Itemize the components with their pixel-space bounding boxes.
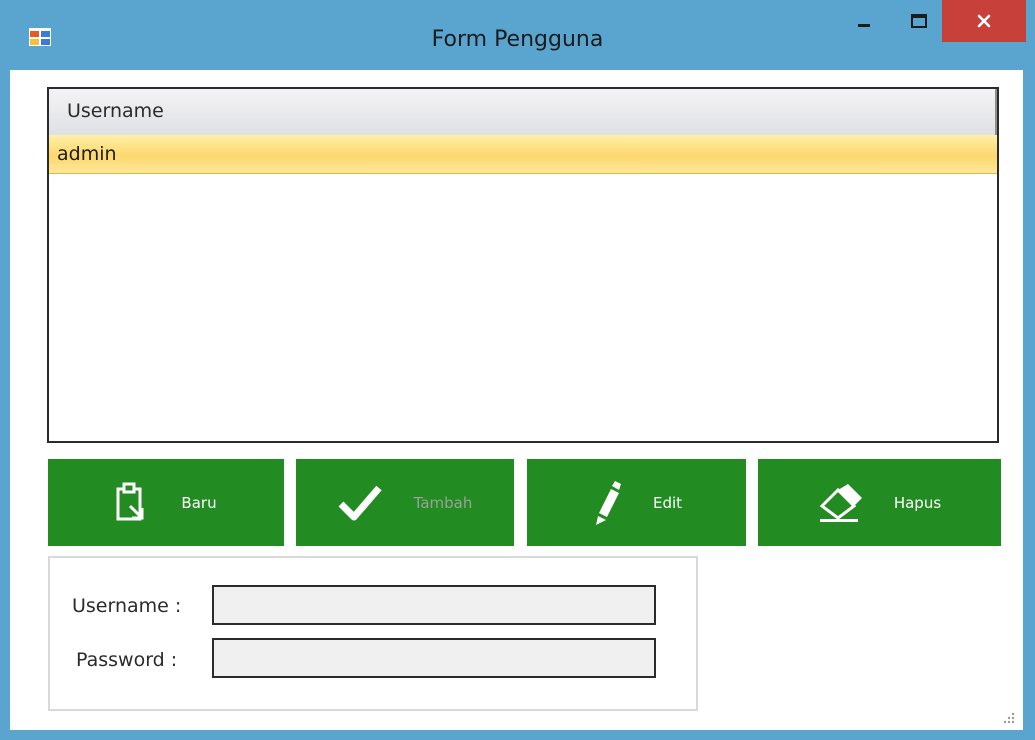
password-field[interactable]	[212, 638, 656, 678]
edit-label: Edit	[652, 493, 683, 512]
close-button[interactable]	[942, 0, 1026, 42]
form-pengguna-window: Form Pengguna Username admin Baru Tambah…	[0, 0, 1035, 740]
resize-grip-icon[interactable]	[1001, 710, 1015, 724]
maximize-icon	[911, 14, 927, 28]
close-icon	[977, 14, 991, 28]
title-bar[interactable]: Form Pengguna	[0, 0, 1035, 80]
eraser-icon	[819, 483, 862, 522]
tambah-label: Tambah	[413, 493, 473, 512]
hapus-button[interactable]: Hapus	[758, 459, 1001, 546]
client-area: Username admin Baru Tambah Edit Hapus Us…	[10, 70, 1023, 730]
maximize-button[interactable]	[893, 0, 945, 42]
clipboard-icon	[116, 482, 144, 520]
password-label: Password :	[76, 649, 178, 671]
checkmark-icon	[338, 485, 382, 520]
username-label: Username :	[72, 595, 182, 617]
user-grid[interactable]: Username admin	[47, 87, 999, 443]
column-header-username: Username	[67, 100, 164, 122]
user-input-panel: Username : Password :	[48, 556, 698, 711]
username-field[interactable]	[212, 585, 656, 625]
pencil-icon	[595, 480, 621, 525]
column-divider	[995, 89, 997, 135]
minimize-icon	[858, 24, 870, 27]
minimize-button[interactable]	[834, 0, 894, 42]
grid-column-header[interactable]: Username	[49, 89, 997, 136]
hapus-label: Hapus	[893, 493, 942, 512]
baru-label: Baru	[181, 493, 217, 512]
table-row[interactable]: admin	[49, 135, 997, 174]
edit-button[interactable]: Edit	[527, 459, 746, 546]
tambah-button[interactable]: Tambah	[296, 459, 514, 546]
row-username-cell: admin	[57, 143, 117, 165]
baru-button[interactable]: Baru	[48, 459, 284, 546]
